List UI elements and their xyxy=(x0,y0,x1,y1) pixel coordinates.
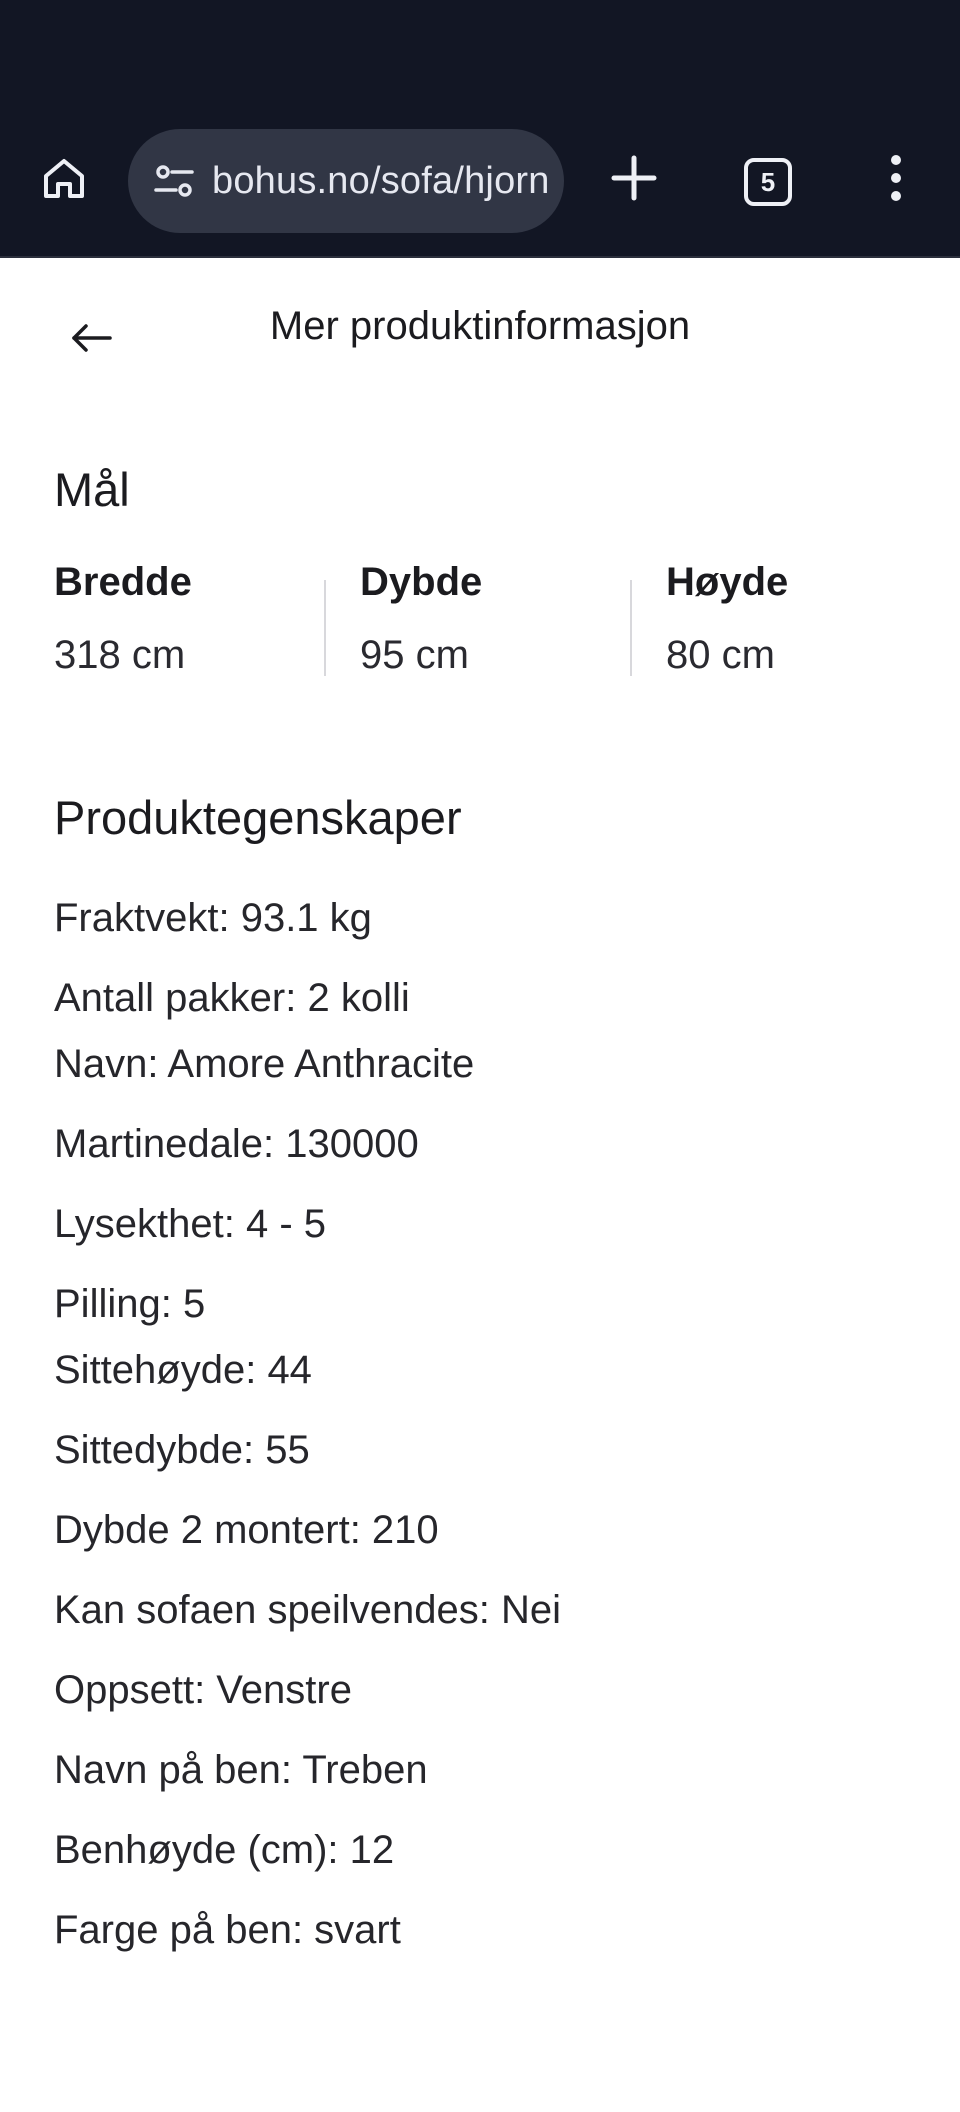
dimensions-heading: Mål xyxy=(54,463,130,516)
list-item: Lysekthet: 4 - 5 xyxy=(54,1202,326,1246)
plus-icon xyxy=(611,155,657,201)
browser-menu-button[interactable] xyxy=(870,152,922,204)
more-vert-icon xyxy=(891,155,901,201)
list-item: Antall pakker: 2 kolli xyxy=(54,976,410,1020)
url-text: bohus.no/sofa/hjorn xyxy=(212,159,550,202)
home-icon xyxy=(44,159,84,198)
list-item: Sittedybde: 55 xyxy=(54,1428,310,1472)
list-item: Dybde 2 montert: 210 xyxy=(54,1508,439,1552)
dimension-depth: Dybde 95 cm xyxy=(360,560,482,680)
list-item: Pilling: 5 xyxy=(54,1282,206,1326)
list-item: Oppsett: Venstre xyxy=(54,1668,352,1712)
divider xyxy=(324,580,326,676)
dimension-label: Høyde xyxy=(666,560,789,604)
list-item: Martinedale: 130000 xyxy=(54,1122,419,1166)
address-bar[interactable]: bohus.no/sofa/hjorn xyxy=(128,129,564,233)
properties-heading: Produktegenskaper xyxy=(54,791,462,844)
tab-switcher-button[interactable]: 5 xyxy=(744,158,792,206)
page-header: Mer produktinformasjon xyxy=(0,260,960,400)
dimension-label: Dybde xyxy=(360,560,483,604)
site-settings-icon xyxy=(154,165,194,197)
list-item: Benhøyde (cm): 12 xyxy=(54,1828,395,1872)
dimension-label: Bredde xyxy=(54,560,192,604)
dimension-value: 80 cm xyxy=(666,633,775,677)
list-item: Fraktvekt: 93.1 kg xyxy=(54,896,372,940)
dimension-value: 95 cm xyxy=(360,633,469,677)
browser-toolbar: bohus.no/sofa/hjorn 5 xyxy=(0,0,960,258)
list-item: Farge på ben: svart xyxy=(54,1908,401,1952)
dimensions-grid: Bredde 318 cm Dybde 95 cm Høyde 80 cm xyxy=(54,560,914,680)
dimension-height: Høyde 80 cm xyxy=(666,560,788,680)
divider xyxy=(630,580,632,676)
dimension-value: 318 cm xyxy=(54,633,186,677)
tab-count: 5 xyxy=(760,166,776,197)
list-item: Navn på ben: Treben xyxy=(54,1748,428,1792)
home-button[interactable] xyxy=(36,150,92,206)
dimension-width: Bredde 318 cm xyxy=(54,560,192,680)
list-item: Navn: Amore Anthracite xyxy=(54,1042,475,1086)
page-title: Mer produktinformasjon xyxy=(269,304,691,348)
list-item: Kan sofaen speilvendes: Nei xyxy=(54,1588,561,1632)
list-item: Sittehøyde: 44 xyxy=(54,1348,312,1392)
new-tab-button[interactable] xyxy=(608,152,660,204)
